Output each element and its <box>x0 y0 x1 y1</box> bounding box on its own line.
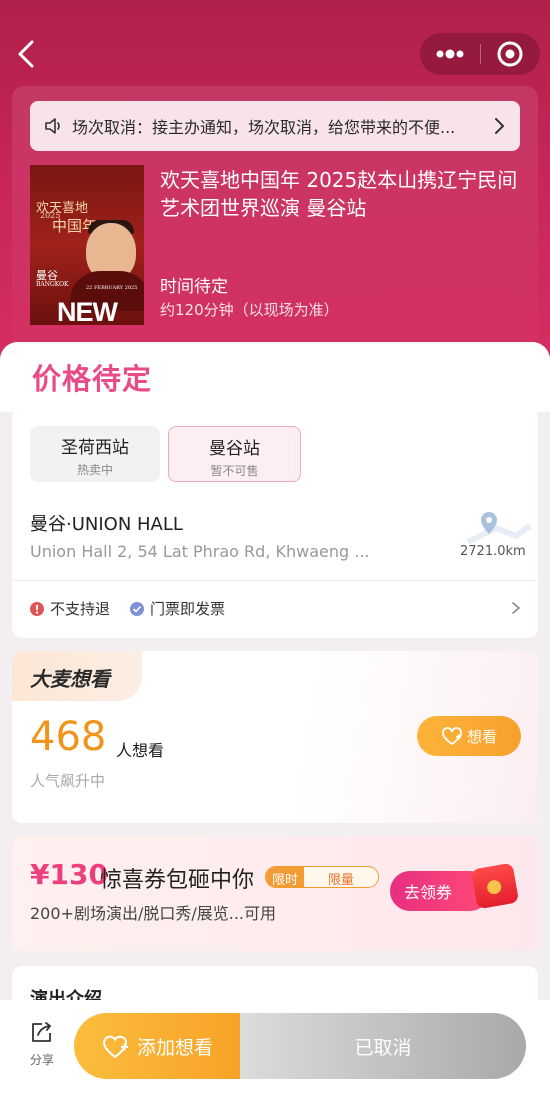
city-tab-name: 曼谷站 <box>209 439 260 459</box>
target-icon <box>497 41 523 67</box>
share-icon <box>32 1022 51 1042</box>
poster-city-en: BANGKOK <box>36 281 69 288</box>
claim-coupon-label: 去领券 <box>404 883 453 902</box>
share-button[interactable]: 分享 <box>22 1020 62 1068</box>
add-want-label: 添加想看 <box>136 1036 213 1059</box>
add-want-button[interactable]: 添加想看 <box>74 1013 240 1079</box>
chevron-right-icon[interactable] <box>510 600 522 616</box>
poster-banner: NEW YEAR <box>57 297 118 325</box>
refund-policy-label: 不支持退 <box>50 600 111 618</box>
red-envelope-icon <box>470 862 520 910</box>
show-title: 欢天喜地中国年 2025赵本山携辽宁民间艺术团世界巡演 曼谷站 <box>160 168 518 220</box>
price-label: 价格待定 <box>32 362 153 396</box>
venue-map-button[interactable] <box>456 508 532 568</box>
want-button[interactable]: 想看 <box>417 716 521 756</box>
venue-address[interactable]: Union Hall 2, 54 Lat Phrao Rd, Khwaeng .… <box>30 542 400 561</box>
show-poster[interactable]: 欢天喜地 中国年 2025 曼谷 BANGKOK 22 FEBRUARY 202… <box>30 165 144 325</box>
more-button[interactable] <box>420 33 480 75</box>
cancel-notice-bar[interactable]: 场次取消：接主办通知，场次取消，给您带来的不便... <box>30 101 520 151</box>
coupon-tag: 限时 限量 <box>265 866 379 888</box>
want-count: 468 <box>30 714 107 760</box>
map-pin-icon <box>466 512 532 545</box>
mini-program-capsule <box>420 33 540 75</box>
cancelled-status-button[interactable]: 已取消 <box>240 1013 526 1079</box>
city-tab-bangkok[interactable]: 曼谷站 暂不可售 <box>168 426 301 482</box>
want-unit: 人想看 <box>116 741 165 760</box>
coupon-tag-limited-qty: 限量 <box>304 867 378 887</box>
heart-plus-icon <box>102 1035 128 1059</box>
coupon-description: 200+剧场演出/脱口秀/展览...可用 <box>30 904 276 923</box>
venue-name[interactable]: 曼谷·UNION HALL <box>30 510 183 536</box>
want-button-label: 想看 <box>466 727 497 746</box>
city-tab-san-jose[interactable]: 圣荷西站 热卖中 <box>30 426 160 482</box>
want-logo: 大麦想看 <box>30 667 110 691</box>
poster-year: 2025 <box>40 211 61 220</box>
chevron-left-icon <box>18 40 34 68</box>
more-dots-icon <box>436 49 464 59</box>
action-group: 添加想看 已取消 <box>74 1013 526 1079</box>
poster-date: 22 FEBRUARY 2025 <box>86 285 138 291</box>
notice-text: 场次取消：接主办通知，场次取消，给您带来的不便... <box>72 118 456 137</box>
speaker-icon <box>45 118 60 134</box>
invoice-policy[interactable]: 门票即发票 <box>130 598 225 619</box>
heart-plus-icon <box>442 727 462 746</box>
coupon-amount: ¥130 <box>30 858 108 891</box>
refund-policy[interactable]: 不支持退 <box>30 598 110 619</box>
warning-icon <box>30 601 44 616</box>
divider <box>12 580 538 581</box>
back-button[interactable] <box>10 34 46 74</box>
venue-distance: 2721.0km <box>460 544 526 559</box>
check-icon <box>130 601 144 616</box>
share-label: 分享 <box>29 1053 54 1067</box>
capsule-divider <box>480 44 481 64</box>
coupon-tag-limited-time: 限时 <box>266 867 305 887</box>
invoice-policy-label: 门票即发票 <box>150 600 226 618</box>
city-tab-name: 圣荷西站 <box>61 438 129 458</box>
city-tab-status: 热卖中 <box>76 463 113 477</box>
coupon-title: 惊喜券包砸中你 <box>100 868 255 893</box>
show-duration: 约120分钟（以现场为准） <box>160 301 339 319</box>
want-trend: 人气飙升中 <box>30 772 106 790</box>
chevron-right-icon <box>495 118 504 134</box>
city-tab-status: 暂不可售 <box>210 464 259 478</box>
close-miniprogram-button[interactable] <box>482 33 540 75</box>
show-time: 时间待定 <box>160 277 228 297</box>
cancelled-label: 已取消 <box>354 1036 412 1059</box>
